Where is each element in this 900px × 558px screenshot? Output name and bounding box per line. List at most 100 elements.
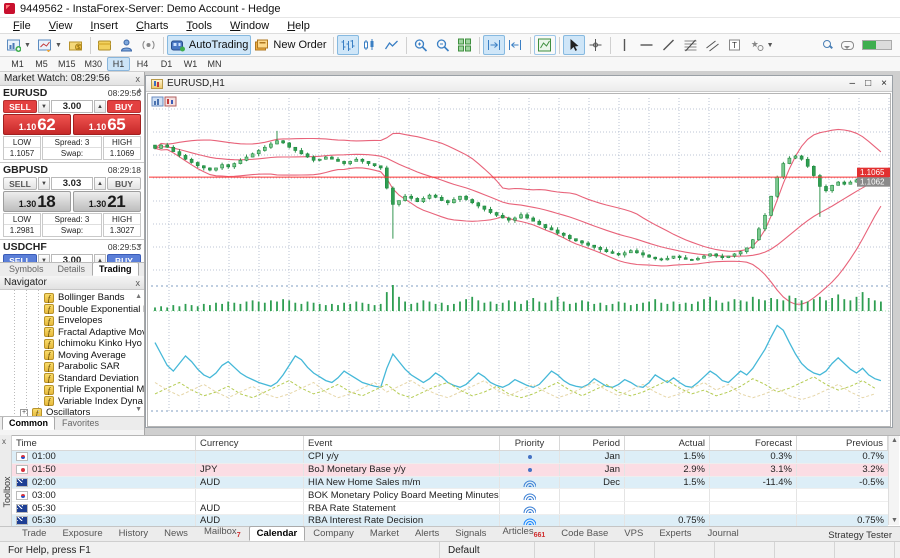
market-watch-symbol-usdchf[interactable]: USDCHF08:29:53SELL▼3.00▲BUY: [0, 240, 144, 262]
calendar-row[interactable]: 02:00AUDHIA New Home Sales m/mDec1.5%-11…: [12, 477, 888, 490]
buy-button[interactable]: BUY: [107, 254, 141, 262]
column-header-priority[interactable]: Priority: [500, 436, 560, 450]
scroll-up-icon[interactable]: ▲: [891, 437, 898, 444]
sell-button[interactable]: SELL: [3, 254, 37, 262]
bar-chart-button[interactable]: [337, 35, 359, 55]
timeframe-m5[interactable]: M5: [30, 57, 53, 71]
timeframe-m30[interactable]: M30: [81, 57, 107, 71]
line-chart-button[interactable]: [381, 35, 403, 55]
toolbox-tab-vps[interactable]: VPS: [616, 526, 651, 541]
autotrading-toggle-button[interactable]: AutoTrading: [167, 35, 252, 55]
calendar-row[interactable]: 01:00CPI y/yJan1.5%0.3%0.7%: [12, 451, 888, 464]
calendar-scrollbar[interactable]: ▲ ▼: [888, 436, 899, 525]
navigator-item[interactable]: fMoving Average: [0, 350, 144, 362]
toolbox-tab-experts[interactable]: Experts: [651, 526, 699, 541]
chart-canvas[interactable]: 1.10651.1062: [147, 93, 891, 430]
toolbox-tab-market[interactable]: Market: [362, 526, 407, 541]
market-watch-scroll-down-icon[interactable]: ▼: [136, 243, 143, 250]
menu-file[interactable]: File: [4, 20, 40, 32]
new-order-button[interactable]: New Order: [251, 35, 329, 55]
sell-button[interactable]: SELL: [3, 177, 37, 190]
navigator-tab-common[interactable]: Common: [2, 416, 55, 430]
market-watch-tab-tick[interactable]: Tick: [139, 262, 144, 276]
auto-scroll-button[interactable]: [483, 35, 505, 55]
navigator-item[interactable]: fStandard Deviation: [0, 373, 144, 385]
market-watch-tab-symbols[interactable]: Symbols: [2, 262, 51, 276]
bid-price[interactable]: 1.3018: [3, 191, 71, 212]
close-icon[interactable]: ×: [881, 78, 887, 89]
equidistant-channel-button[interactable]: [702, 35, 724, 55]
column-header-previous[interactable]: Previous: [797, 436, 888, 450]
column-header-time[interactable]: Time: [12, 436, 196, 450]
market-watch-symbol-eurusd[interactable]: EURUSD08:29:56SELL▼3.00▲BUY1.10621.1065L…: [0, 86, 144, 163]
navigator-item[interactable]: fBollinger Bands: [0, 292, 144, 304]
volume-value[interactable]: 3.00: [51, 100, 93, 113]
toolbox-tab-news[interactable]: News: [156, 526, 196, 541]
timeframe-d1[interactable]: D1: [155, 57, 178, 71]
calendar-row[interactable]: 05:30AUDRBA Interest Rate Decision0.75%0…: [12, 515, 888, 526]
toolbox-close-icon[interactable]: x: [2, 437, 6, 446]
fibonacci-button[interactable]: [680, 35, 702, 55]
text-label-button[interactable]: T: [724, 35, 746, 55]
navigator-tab-favorites[interactable]: Favorites: [55, 416, 106, 430]
calendar-row[interactable]: 05:30AUDRBA Rate Statement: [12, 502, 888, 515]
volume-value[interactable]: 3.03: [51, 177, 93, 190]
strategy-tester-label[interactable]: Strategy Tester: [828, 530, 900, 541]
toolbox-tab-trade[interactable]: Trade: [14, 526, 54, 541]
market-watch-tab-trading[interactable]: Trading: [92, 262, 139, 276]
market-watch-scroll-up-icon[interactable]: ▲: [136, 87, 143, 94]
toolbox-tab-calendar[interactable]: Calendar: [249, 526, 306, 541]
column-header-actual[interactable]: Actual: [625, 436, 710, 450]
bid-price[interactable]: 1.1062: [3, 114, 71, 135]
menu-charts[interactable]: Charts: [127, 20, 177, 32]
candle-chart-button[interactable]: [359, 35, 381, 55]
toolbox-vertical-label[interactable]: Toolbox: [2, 457, 12, 527]
chart-shift-button[interactable]: [505, 35, 527, 55]
calendar-row[interactable]: 03:00BOK Monetary Policy Board Meeting M…: [12, 489, 888, 502]
volume-down-icon[interactable]: ▼: [38, 254, 50, 262]
timeframe-m15[interactable]: M15: [54, 57, 80, 71]
ask-price[interactable]: 1.1065: [73, 114, 141, 135]
chart-window-titlebar[interactable]: EURUSD,H1 –□×: [146, 76, 892, 92]
indicator-list-button[interactable]: [534, 35, 556, 55]
toolbox-tab-journal[interactable]: Journal: [700, 526, 747, 541]
timeframe-h1[interactable]: H1: [107, 57, 130, 71]
menu-insert[interactable]: Insert: [81, 20, 127, 32]
navigator-item[interactable]: fIchimoku Kinko Hyo: [0, 338, 144, 350]
market-watch-tab-details[interactable]: Details: [51, 262, 93, 276]
navigator-item[interactable]: fVariable Index Dyna: [0, 396, 144, 408]
timeframe-h4[interactable]: H4: [131, 57, 154, 71]
calendar-row[interactable]: 01:50JPYBoJ Monetary Base y/yJan2.9%3.1%…: [12, 464, 888, 477]
horizontal-line-button[interactable]: [636, 35, 658, 55]
shapes-button[interactable]: ▼: [746, 35, 777, 55]
market-watch-symbol-gbpusd[interactable]: GBPUSD08:29:18SELL▼3.03▲BUY1.30181.3021L…: [0, 163, 144, 240]
menu-view[interactable]: View: [40, 20, 82, 32]
toolbox-tab-history[interactable]: History: [111, 526, 157, 541]
volume-down-icon[interactable]: ▼: [38, 177, 50, 190]
navigator-scroll-down-icon[interactable]: ▼: [135, 406, 142, 413]
menu-tools[interactable]: Tools: [177, 20, 221, 32]
history-data-button[interactable]: $: [65, 35, 87, 55]
column-header-currency[interactable]: Currency: [196, 436, 304, 450]
toolbox-tab-company[interactable]: Company: [305, 526, 362, 541]
crosshair-button[interactable]: [585, 35, 607, 55]
volume-up-icon[interactable]: ▲: [94, 100, 106, 113]
ask-price[interactable]: 1.3021: [73, 191, 141, 212]
trendline-button[interactable]: [658, 35, 680, 55]
toolbox-tab-code-base[interactable]: Code Base: [553, 526, 616, 541]
timeframe-mn[interactable]: MN: [203, 57, 226, 71]
volume-up-icon[interactable]: ▲: [94, 254, 106, 262]
zoom-in-button[interactable]: [410, 35, 432, 55]
scroll-down-icon[interactable]: ▼: [891, 517, 898, 524]
status-profile[interactable]: Default: [440, 542, 535, 558]
buy-button[interactable]: BUY: [107, 177, 141, 190]
signals-broadcast-button[interactable]: [138, 35, 160, 55]
tile-windows-button[interactable]: [454, 35, 476, 55]
column-header-forecast[interactable]: Forecast: [710, 436, 797, 450]
navigator-item[interactable]: fEnvelopes: [0, 315, 144, 327]
new-chart-button[interactable]: ▼: [3, 35, 34, 55]
zoom-out-button[interactable]: [432, 35, 454, 55]
open-profile-button[interactable]: ▼: [34, 35, 65, 55]
volume-up-icon[interactable]: ▲: [94, 177, 106, 190]
toolbox-tab-mailbox[interactable]: Mailbox7: [196, 524, 249, 541]
